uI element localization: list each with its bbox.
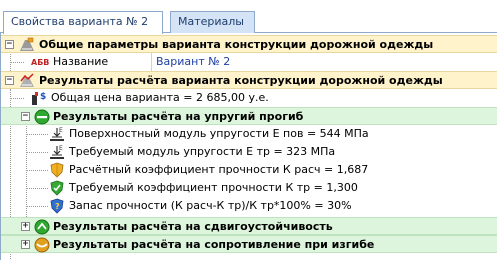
tree-line <box>26 134 48 135</box>
collapse-toggle[interactable]: − <box>21 112 30 121</box>
section-general-title: Общие параметры варианта конструкции дор… <box>39 38 434 51</box>
collapse-toggle[interactable]: − <box>5 40 14 49</box>
tab-materials[interactable]: Материалы <box>170 11 255 33</box>
tree-line <box>10 98 24 99</box>
elastic-item-text: Требуемый модуль упругости Е тр = 323 МП… <box>69 145 336 158</box>
elastic-item-text: Расчётный коэффициент прочности К расч =… <box>69 163 369 176</box>
expand-toggle[interactable]: + <box>21 222 30 231</box>
elastic-item-surface-modulus[interactable]: E Поверхностный модуль упругости Е пов =… <box>1 125 497 143</box>
expand-toggle[interactable]: + <box>21 240 30 249</box>
shear-icon <box>34 219 50 235</box>
property-row-price[interactable]: $ Общая цена варианта = 2 685,00 у.е. <box>1 89 497 107</box>
subsection-elastic-title: Результаты расчёта на упругий прогиб <box>53 110 304 123</box>
section-general-header[interactable]: − Общие параметры варианта конструкции д… <box>1 35 497 53</box>
subsection-shear-title: Результаты расчёта на сдвигоустойчивость <box>53 220 333 233</box>
property-row-name[interactable]: АБВ Название Вариант № 2 <box>1 53 497 71</box>
tree-line <box>26 170 48 171</box>
svg-text:?: ? <box>55 202 60 211</box>
tab-bar: Свойства варианта № 2 Материалы <box>0 0 497 34</box>
elastic-item-safety-margin[interactable]: ? Запас прочности (К расч-К тр)/К тр*100… <box>1 197 497 215</box>
subsection-bending-header[interactable]: + Результаты расчёта на сопротивление пр… <box>1 235 497 253</box>
info-shield-icon: ? <box>50 198 64 214</box>
subsection-shear-header[interactable]: + Результаты расчёта на сдвигоустойчивос… <box>1 217 497 235</box>
subsection-bending-title: Результаты расчёта на сопротивление при … <box>53 238 375 251</box>
svg-text:E: E <box>59 127 63 134</box>
property-name-value[interactable]: Вариант № 2 <box>153 54 497 70</box>
tree-line <box>26 188 48 189</box>
tree-line <box>26 206 48 207</box>
svg-text:E: E <box>59 145 63 152</box>
collapse-toggle[interactable]: − <box>5 76 14 85</box>
tab-variant-properties[interactable]: Свойства варианта № 2 <box>3 11 163 34</box>
elastic-item-text: Запас прочности (К расч-К тр)/К тр*100% … <box>69 199 352 212</box>
subsection-elastic-header[interactable]: − Результаты расчёта на упругий прогиб <box>1 107 497 125</box>
modulus-icon: E <box>50 145 64 159</box>
property-tree: − Общие параметры варианта конструкции д… <box>0 33 497 260</box>
tree-line <box>26 152 48 153</box>
road-results-icon <box>20 73 34 87</box>
shield-icon <box>50 162 64 178</box>
elastic-deflection-icon <box>34 109 50 125</box>
tree-line <box>10 62 24 63</box>
total-price-text: Общая цена варианта = 2 685,00 у.е. <box>51 91 269 104</box>
property-name-label: Название <box>53 55 109 68</box>
elastic-item-text: Поверхностный модуль упругости Е пов = 5… <box>69 127 369 140</box>
elastic-item-required-modulus[interactable]: E Требуемый модуль упругости Е тр = 323 … <box>1 143 497 161</box>
elastic-item-calc-coefficient[interactable]: Расчётный коэффициент прочности К расч =… <box>1 161 497 179</box>
modulus-icon: E <box>50 127 64 141</box>
svg-text:$: $ <box>40 92 46 102</box>
bending-icon <box>34 237 50 253</box>
price-icon: $ <box>32 92 46 105</box>
section-results-header[interactable]: − Результаты расчёта варианта конструкци… <box>1 71 497 89</box>
section-results-title: Результаты расчёта варианта конструкции … <box>39 74 443 87</box>
elastic-item-text: Требуемый коэффициент прочности К тр = 1… <box>69 181 358 194</box>
elastic-item-required-coefficient[interactable]: Требуемый коэффициент прочности К тр = 1… <box>1 179 497 197</box>
shield-check-icon <box>50 180 64 196</box>
column-divider <box>151 53 152 71</box>
road-construction-icon <box>20 37 34 51</box>
text-property-icon: АБВ <box>31 58 50 67</box>
